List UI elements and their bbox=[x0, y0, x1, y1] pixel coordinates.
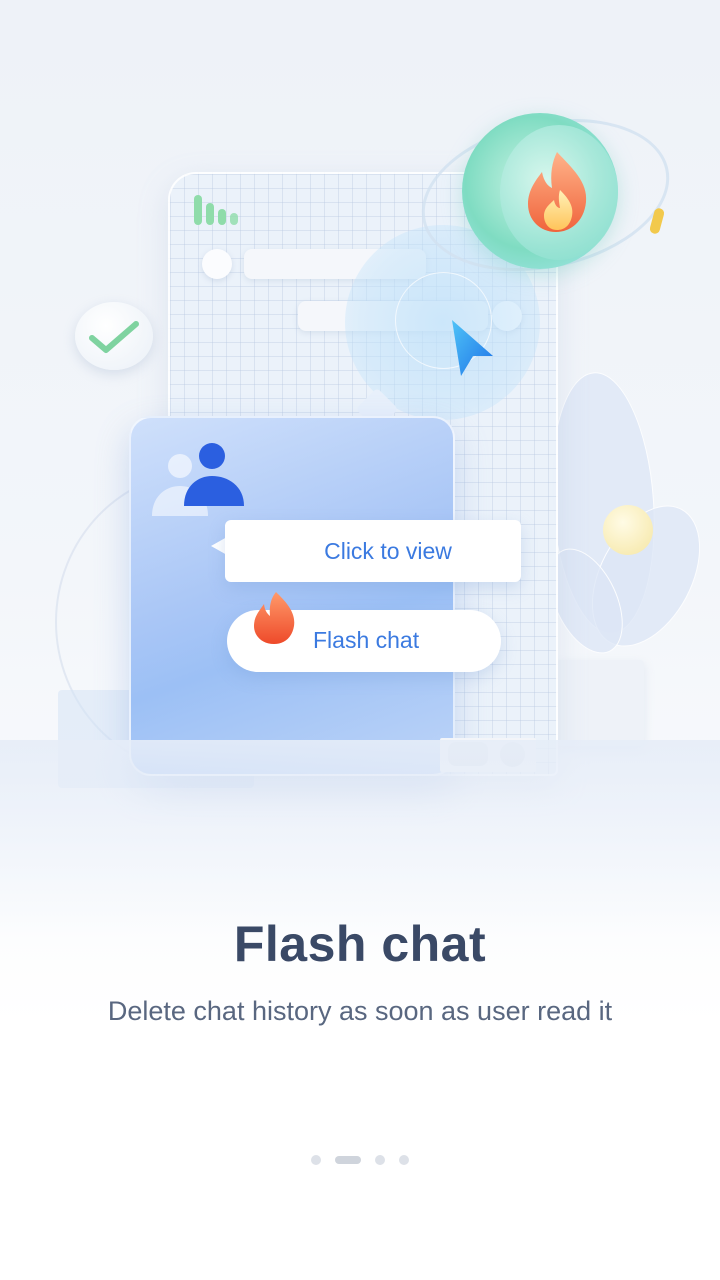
small-flame-icon bbox=[254, 592, 295, 644]
signal-bars-icon bbox=[190, 193, 240, 225]
users-icon bbox=[152, 443, 244, 516]
checkmark-icon bbox=[89, 321, 139, 353]
click-to-view-label: Click to view bbox=[324, 537, 452, 564]
chat-avatar-dot bbox=[202, 249, 232, 279]
pager-dot[interactable] bbox=[311, 1155, 321, 1165]
onboarding-illustration: Click to view Flash chat bbox=[0, 0, 720, 940]
flash-chat-pill-label: Flash chat bbox=[313, 627, 420, 653]
pager-dot-active[interactable] bbox=[335, 1156, 361, 1164]
plant-pot-icon bbox=[556, 660, 644, 746]
onboarding-title: Flash chat bbox=[233, 916, 487, 972]
pager-dot[interactable] bbox=[399, 1155, 409, 1165]
click-to-view-bubble: Click to view bbox=[225, 520, 521, 582]
flame-icon bbox=[528, 152, 587, 232]
onboarding-subtitle: Delete chat history as soon as user read… bbox=[107, 996, 613, 1026]
cursor-arrow-icon bbox=[452, 320, 493, 376]
floor-reflection bbox=[0, 740, 720, 940]
pager-dot[interactable] bbox=[375, 1155, 385, 1165]
yellow-ball-icon bbox=[603, 505, 653, 555]
page-indicator bbox=[0, 1154, 720, 1166]
